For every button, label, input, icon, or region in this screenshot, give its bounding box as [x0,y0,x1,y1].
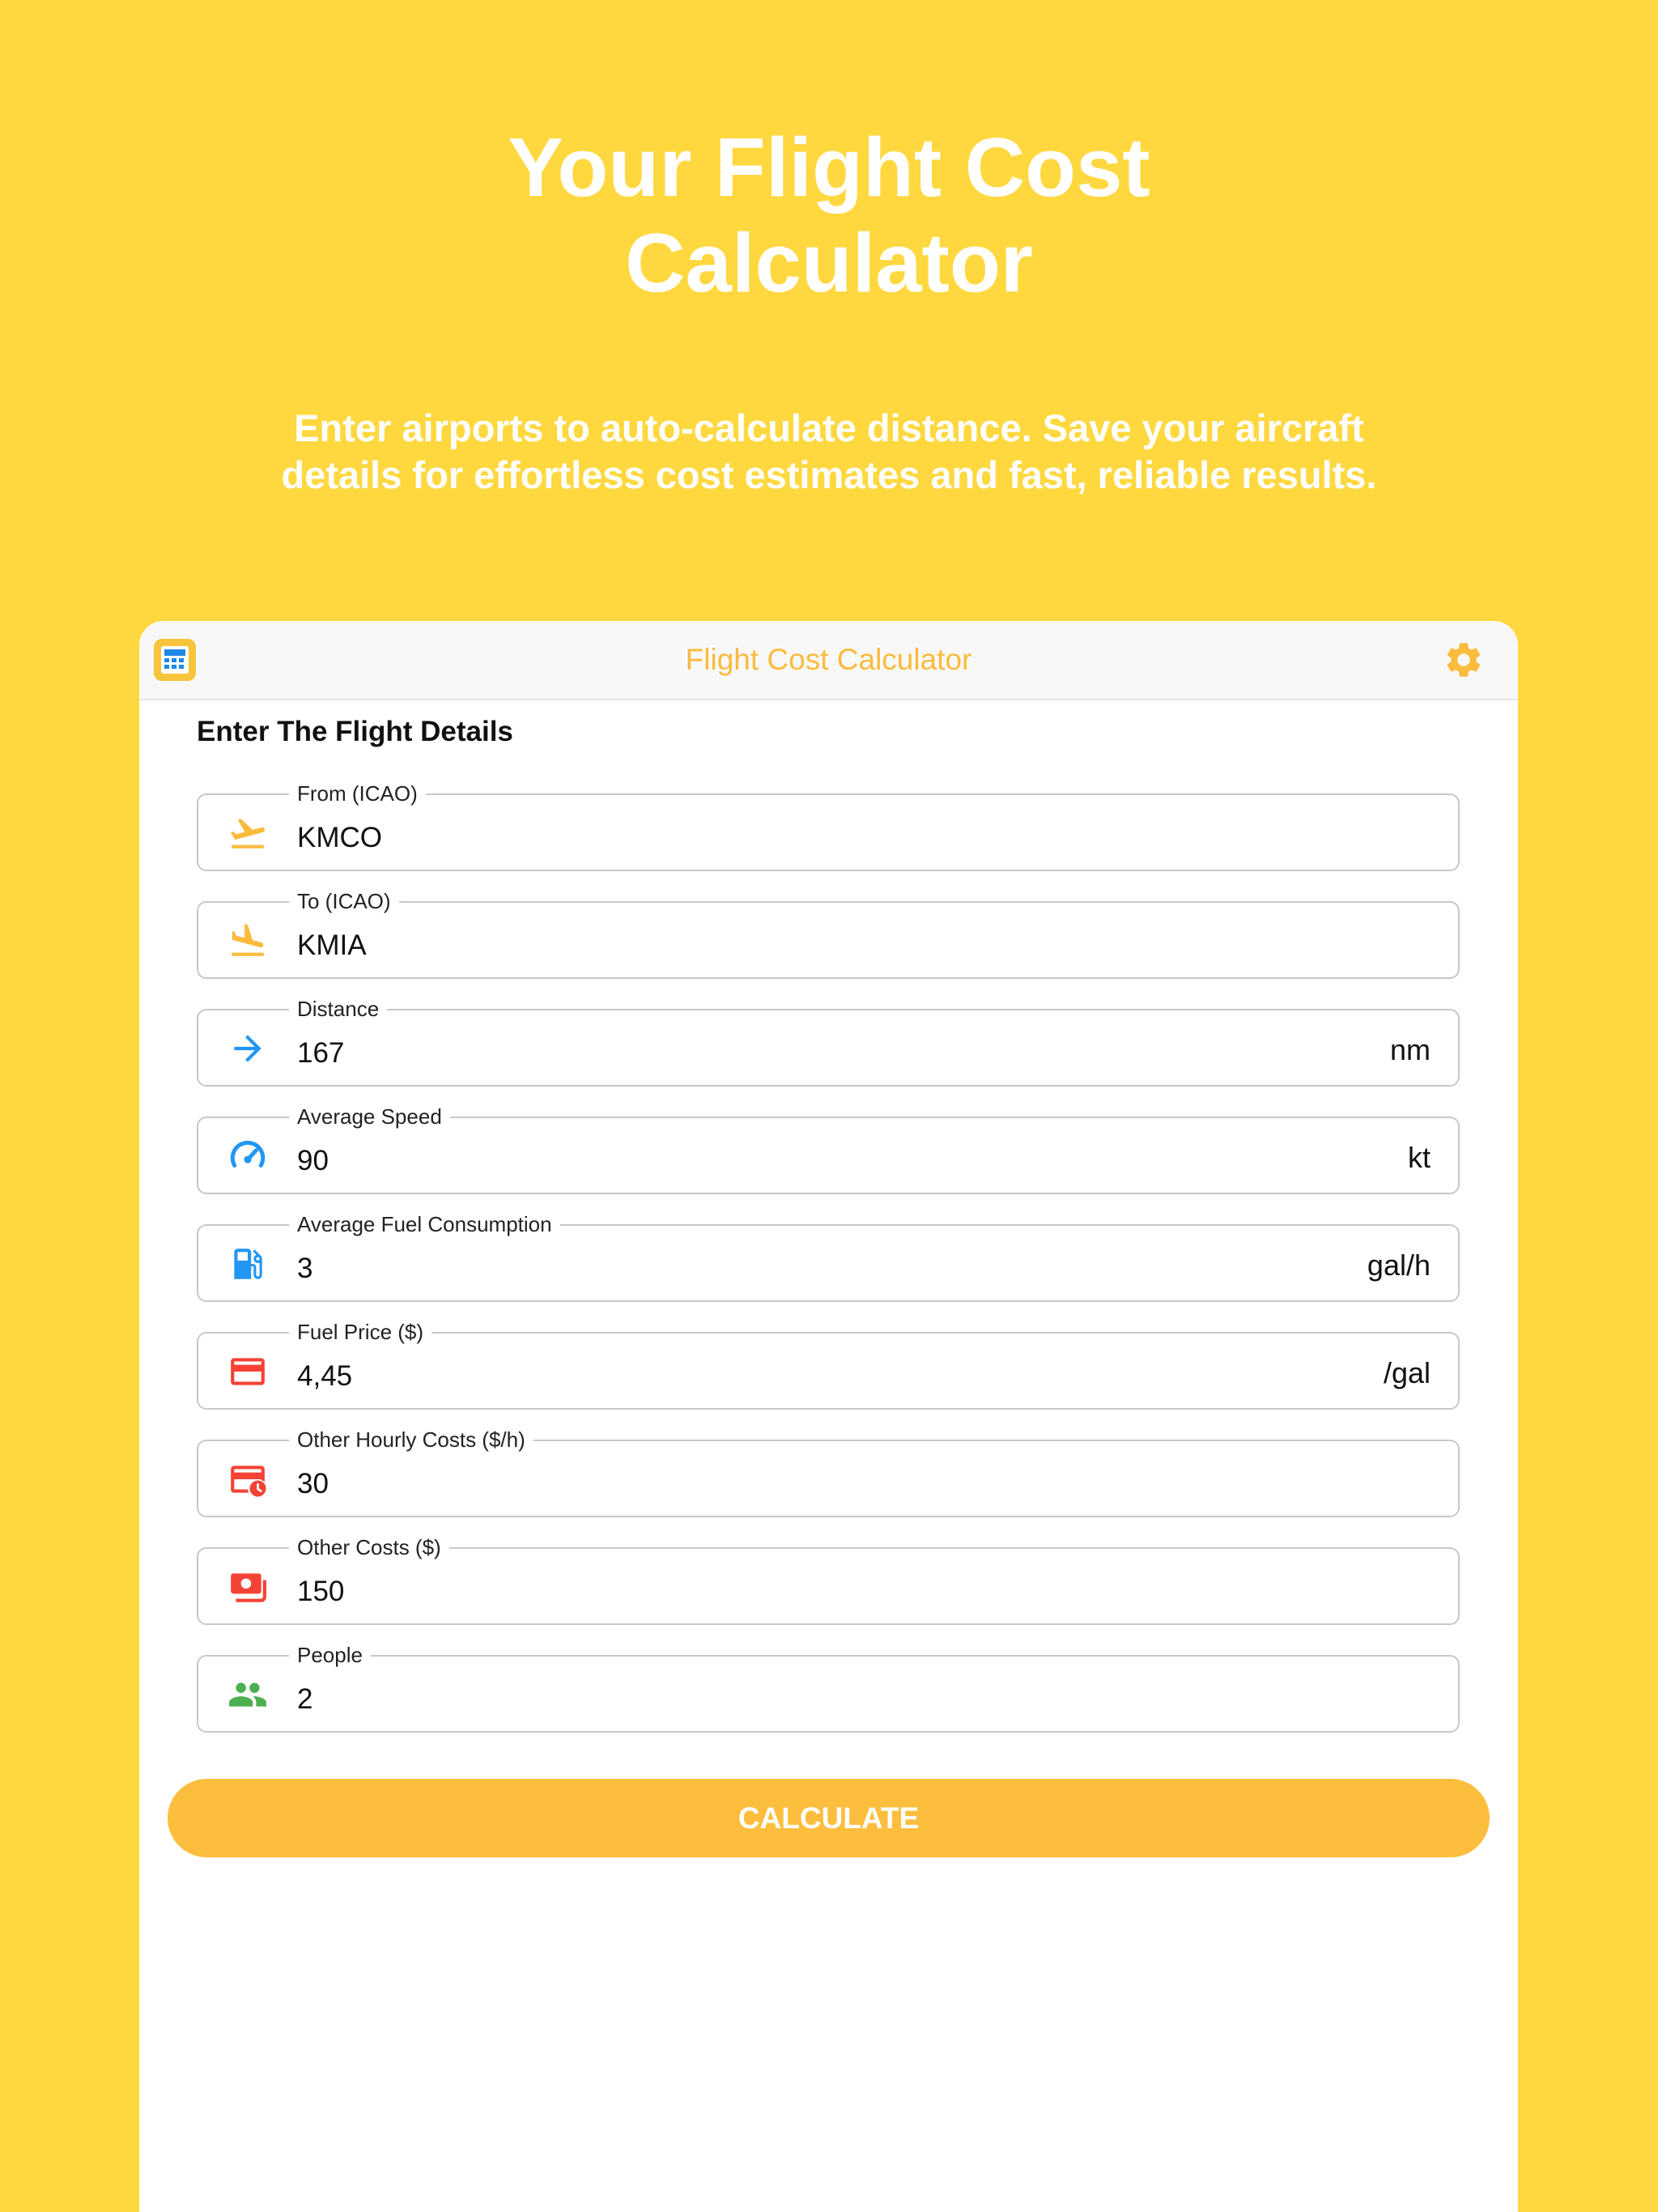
field-value[interactable]: 150 [297,1575,344,1609]
distance-field[interactable]: Distance 167 nm [197,997,1460,1087]
field-label: Other Hourly Costs ($/h) [289,1427,534,1452]
field-value[interactable]: 30 [297,1467,329,1501]
hero-title-line-1: Your Flight Cost [508,121,1150,214]
field-label: Average Fuel Consumption [289,1212,560,1236]
from-icao-field[interactable]: From (ICAO) KMCO [197,781,1460,871]
calculate-button[interactable]: CALCULATE [168,1779,1490,1857]
app-window: Flight Cost Calculator Enter The Flight … [139,621,1518,2212]
field-unit: /gal [1383,1356,1431,1389]
landing-icon [227,921,268,961]
field-value[interactable]: KMCO [297,821,382,855]
fuel-price-field[interactable]: Fuel Price ($) 4,45 /gal [197,1320,1460,1410]
field-label: Fuel Price ($) [289,1320,432,1344]
hero-subtitle-line-2: details for effortless cost estimates an… [281,453,1377,496]
takeoff-icon [227,813,268,853]
app-title: Flight Cost Calculator [685,643,972,676]
hero-subtitle-line-1: Enter airports to auto-calculate distanc… [294,406,1364,449]
field-value[interactable]: 90 [297,1144,329,1178]
field-value[interactable]: 167 [297,1036,344,1070]
field-value[interactable]: 4,45 [297,1359,352,1393]
field-value[interactable]: KMIA [297,929,367,963]
cash-icon [227,1567,268,1607]
field-label: People [289,1643,371,1667]
field-unit: nm [1389,1033,1431,1066]
field-unit: kt [1407,1141,1431,1174]
section-title: Enter The Flight Details [197,716,513,747]
hourly-costs-field[interactable]: Other Hourly Costs ($/h) 30 [197,1427,1460,1517]
arrow-right-icon [227,1028,268,1069]
people-icon [227,1674,268,1715]
other-costs-field[interactable]: Other Costs ($) 150 [197,1535,1460,1625]
average-speed-field[interactable]: Average Speed 90 kt [197,1104,1460,1194]
field-value[interactable]: 3 [297,1252,312,1286]
speedometer-icon [227,1136,268,1176]
fuel-consumption-field[interactable]: Average Fuel Consumption 3 gal/h [197,1212,1460,1302]
field-unit: gal/h [1367,1249,1431,1282]
fuel-pump-icon [227,1244,268,1284]
app-bar: Flight Cost Calculator [139,621,1518,700]
card-clock-icon [227,1459,268,1499]
field-label: Distance [289,997,388,1021]
to-icao-field[interactable]: To (ICAO) KMIA [197,889,1460,979]
field-value[interactable]: 2 [297,1682,312,1716]
hero-title-line-2: Calculator [625,216,1033,309]
field-label: To (ICAO) [289,889,399,913]
field-label: Other Costs ($) [289,1535,449,1559]
credit-card-icon [227,1351,268,1392]
field-label: Average Speed [289,1104,450,1129]
people-field[interactable]: People 2 [197,1643,1460,1733]
hero-subtitle: Enter airports to auto-calculate distanc… [0,405,1658,499]
gear-icon[interactable] [1443,639,1485,681]
hero-title: Your Flight Cost Calculator [0,120,1658,311]
field-label: From (ICAO) [289,781,426,806]
